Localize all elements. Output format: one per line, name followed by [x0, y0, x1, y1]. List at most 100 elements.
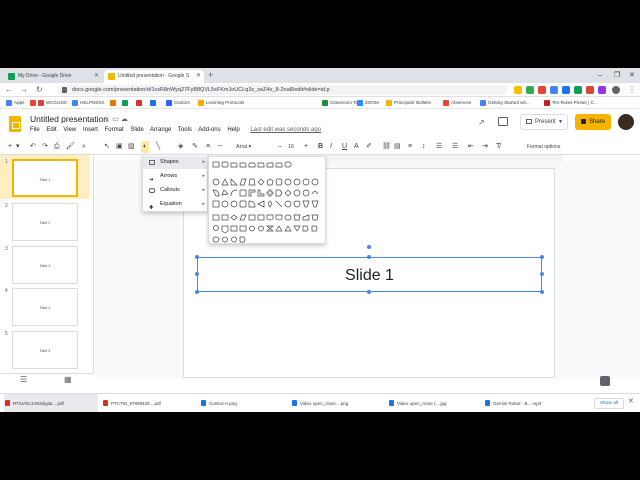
menu-item-equation[interactable]: ✚ Equation ▸ [143, 198, 209, 211]
resize-handle[interactable] [367, 290, 371, 294]
resize-handle[interactable] [195, 290, 199, 294]
line-icon[interactable]: ╲ [156, 141, 160, 153]
new-tab-button[interactable]: + [208, 70, 213, 80]
extension-icon[interactable] [550, 86, 558, 94]
select-icon[interactable]: ↖ [104, 141, 110, 153]
bookmark-zoom[interactable]: ZOOM [357, 97, 379, 109]
slide-thumbnail[interactable]: Slide 3 [12, 246, 78, 284]
tab-my-drive[interactable]: My Drive - Google Drive ✕ [4, 70, 102, 83]
extension-icon[interactable] [598, 86, 606, 94]
resize-handle[interactable] [367, 255, 371, 259]
reload-icon[interactable]: ↻ [36, 83, 43, 97]
show-all-downloads-button[interactable]: Show all [594, 398, 624, 409]
image-icon[interactable]: ▨ [128, 141, 135, 153]
download-item[interactable]: PTCTW_97809429....pdf [102, 394, 192, 412]
maximize-icon[interactable]: ❐ [614, 68, 620, 83]
fill-color-icon[interactable]: ◈ [178, 141, 183, 153]
decrease-font-icon[interactable]: – [278, 141, 282, 153]
menu-arrange[interactable]: Arrange [150, 127, 171, 133]
resize-handle[interactable] [540, 272, 544, 276]
increase-indent-icon[interactable]: ⇥ [482, 141, 488, 153]
comment-history-icon[interactable] [498, 117, 508, 126]
redo-icon[interactable]: ↷ [42, 141, 48, 153]
menu-insert[interactable]: Insert [83, 127, 98, 133]
extension-icon[interactable] [538, 86, 546, 94]
chevron-down-icon[interactable]: ▼ [558, 115, 563, 129]
increase-font-icon[interactable]: + [304, 141, 308, 153]
close-downloads-icon[interactable]: ✕ [628, 397, 634, 405]
rotate-handle[interactable] [367, 245, 371, 249]
paint-format-icon[interactable]: 🖌 [66, 141, 75, 153]
bookmark-wccusd[interactable]: WCCUSD [38, 97, 67, 109]
decrease-indent-icon[interactable]: ⇤ [468, 141, 474, 153]
star-icon[interactable] [514, 86, 522, 94]
bookmark-getting-started[interactable]: Getting Started wit... [480, 97, 530, 109]
zoom-icon[interactable]: ⌕ [82, 141, 86, 153]
bookmark-coolors[interactable]: Coolors [166, 97, 190, 109]
tab-slides[interactable]: Untitled presentation - Google S ✕ [104, 70, 204, 83]
bookmark-absences[interactable]: Absences [443, 97, 471, 109]
bookmark-helpdesk[interactable]: HELPDESK [72, 97, 105, 109]
clear-format-icon[interactable]: T̸ [496, 141, 500, 153]
move-folder-icon[interactable]: ▭ [112, 116, 119, 123]
back-icon[interactable]: ← [5, 83, 13, 97]
resize-handle[interactable] [195, 255, 199, 259]
download-item[interactable]: Control-A.png [200, 394, 286, 412]
chevron-down-icon[interactable]: ▾ [16, 141, 20, 153]
share-button[interactable]: Share [575, 114, 611, 130]
extension-icon[interactable] [526, 86, 534, 94]
bookmark-classroom[interactable]: Classroom Te [322, 97, 358, 109]
title-textbox[interactable]: Slide 1 [197, 257, 542, 292]
resize-handle[interactable] [540, 290, 544, 294]
shape-icon[interactable]: ◐ [141, 141, 150, 153]
bulleted-list-icon[interactable]: ☰ [452, 141, 458, 153]
text-box-icon[interactable]: ▣ [116, 141, 123, 153]
slide-thumbnail[interactable]: Slide 5 [12, 331, 78, 369]
line-spacing-icon[interactable]: ↕ [422, 141, 426, 153]
highlight-icon[interactable]: ✐ [366, 141, 372, 153]
shapes-grid[interactable] [209, 157, 327, 245]
close-tab-icon[interactable]: ✕ [94, 70, 99, 83]
bookmark-learning-protocols[interactable]: Learning Protocols [198, 97, 244, 109]
border-weight-icon[interactable]: ≡ [206, 141, 210, 153]
menu-file[interactable]: File [30, 127, 40, 133]
last-edit-link[interactable]: Last edit was seconds ago [250, 127, 321, 133]
menu-format[interactable]: Format [105, 127, 124, 133]
new-slide-icon[interactable]: + [8, 141, 12, 153]
document-title[interactable]: Untitled presentation [30, 114, 108, 124]
font-select[interactable]: Arial ▾ [236, 142, 251, 152]
activity-dashboard-icon[interactable]: ↗ [478, 118, 485, 127]
explore-icon[interactable] [600, 376, 610, 386]
resize-handle[interactable] [195, 272, 199, 276]
bookmark-ten-rules[interactable]: Ten Rules Poster | C... [544, 97, 598, 109]
extension-icon[interactable] [586, 86, 594, 94]
close-tab-icon[interactable]: ✕ [196, 70, 201, 83]
format-options-button[interactable]: Format options [527, 142, 560, 152]
link-icon[interactable]: ⛓ [382, 141, 391, 153]
slide-thumbnail[interactable]: Slide 4 [12, 288, 78, 326]
underline-icon[interactable]: U [342, 141, 347, 153]
menu-slide[interactable]: Slide [130, 127, 143, 133]
download-item[interactable]: Gemini Robot - B....mp3 [484, 394, 576, 412]
text-color-icon[interactable]: A [354, 141, 359, 153]
download-item[interactable]: RTSVOL34N2digita....pdf [4, 394, 98, 412]
comment-icon[interactable]: ▤ [394, 141, 401, 153]
star-icon[interactable]: ☆ [104, 116, 110, 123]
present-button[interactable]: Present ▼ [520, 114, 568, 130]
filmstrip-view-icon[interactable]: ☰ [20, 375, 27, 384]
menu-item-arrows[interactable]: ➔ Arrows ▸ [143, 170, 209, 183]
slide-thumbnail[interactable]: Slide 2 [12, 203, 78, 241]
print-icon[interactable]: ⎙ [54, 141, 60, 153]
menu-item-callouts[interactable]: Callouts ▸ [143, 184, 209, 197]
download-item[interactable]: Video open_close (....jpg [388, 394, 480, 412]
menu-edit[interactable]: Edit [46, 127, 56, 133]
menu-item-shapes[interactable]: Shapes ▸ [143, 156, 209, 169]
more-icon[interactable]: ⋮ [628, 83, 636, 97]
font-size-input[interactable]: 16 [288, 142, 294, 152]
numbered-list-icon[interactable]: ☰ [436, 141, 442, 153]
address-bar[interactable]: docs.google.com/presentation/d/1csR8nWyq… [58, 85, 508, 95]
italic-icon[interactable]: I [330, 141, 332, 153]
profile-icon[interactable] [612, 86, 620, 94]
bookmark-apps[interactable]: Apps [6, 97, 24, 109]
border-dash-icon[interactable]: ┄ [218, 141, 222, 153]
